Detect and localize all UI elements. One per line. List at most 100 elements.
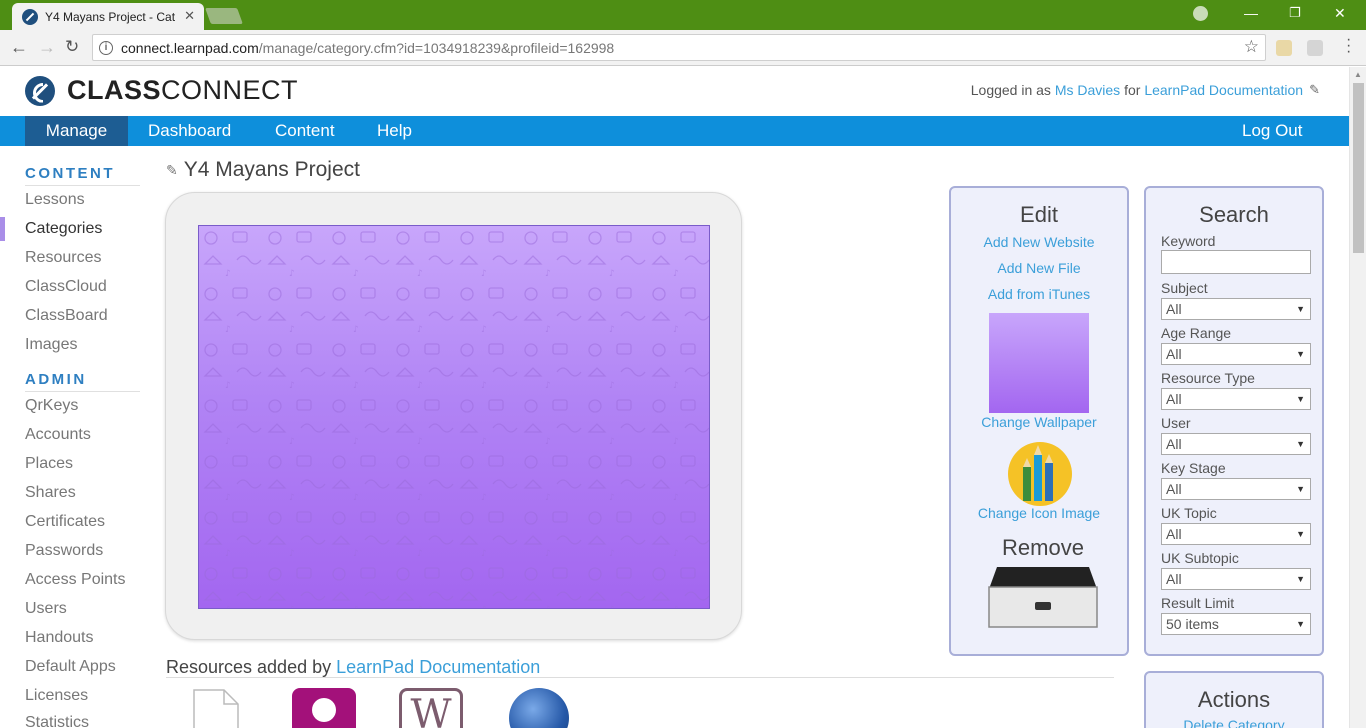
sidebar-item-shares[interactable]: Shares [25, 484, 76, 502]
subject-value: All [1166, 301, 1182, 317]
dropdown-caret-icon: ▼ [1296, 394, 1305, 404]
scroll-thumb[interactable] [1353, 83, 1364, 253]
keyword-label: Keyword [1161, 233, 1216, 249]
main-nav: Manage Dashboard Content Help Log Out [0, 116, 1349, 146]
sidebar-item-users[interactable]: Users [25, 600, 67, 618]
wallpaper-thumbnail[interactable] [989, 313, 1089, 413]
add-from-itunes-link[interactable]: Add from iTunes [951, 286, 1127, 302]
result-limit-select[interactable]: 50 items ▼ [1161, 613, 1311, 635]
new-tab-button[interactable] [205, 8, 243, 24]
minimize-icon[interactable]: — [1244, 5, 1258, 21]
scroll-up-icon[interactable]: ▲ [1354, 70, 1362, 79]
browser-titlebar: Y4 Mayans Project - Cate ✕ — ❐ ✕ [0, 0, 1366, 30]
sidebar-item-resources[interactable]: Resources [25, 249, 101, 267]
change-icon-image-link[interactable]: Change Icon Image [951, 505, 1127, 521]
key-stage-value: All [1166, 481, 1182, 497]
sidebar-item-places[interactable]: Places [25, 455, 73, 473]
user-link[interactable]: Ms Davies [1055, 82, 1120, 98]
sidebar-item-certificates[interactable]: Certificates [25, 513, 105, 531]
uk-topic-label: UK Topic [1161, 505, 1217, 521]
back-icon[interactable]: ← [10, 37, 28, 58]
tab-close-icon[interactable]: ✕ [184, 8, 195, 24]
pencils-category-icon[interactable] [1007, 441, 1073, 507]
sidebar-item-handouts[interactable]: Handouts [25, 629, 94, 647]
file-document-icon[interactable] [190, 688, 242, 728]
uk-topic-value: All [1166, 526, 1182, 542]
sidebar-item-classboard[interactable]: ClassBoard [25, 307, 108, 325]
resource-type-select[interactable]: All ▼ [1161, 388, 1311, 410]
classconnect-logo-icon [25, 75, 55, 106]
uk-topic-select[interactable]: All ▼ [1161, 523, 1311, 545]
sidebar-item-lessons[interactable]: Lessons [25, 191, 85, 209]
user-select[interactable]: All ▼ [1161, 433, 1311, 455]
add-new-website-link[interactable]: Add New Website [951, 234, 1127, 250]
restore-icon[interactable]: ❐ [1289, 5, 1301, 21]
subject-select[interactable]: All ▼ [1161, 298, 1311, 320]
extension-icon[interactable] [1276, 40, 1292, 56]
uk-subtopic-select[interactable]: All ▼ [1161, 568, 1311, 590]
sidebar-item-passwords[interactable]: Passwords [25, 542, 103, 560]
url-path: /manage/category.cfm?id=1034918239&profi… [258, 39, 615, 56]
nav-help[interactable]: Help [357, 116, 432, 146]
reload-icon[interactable]: ↻ [65, 37, 79, 57]
sidebar-item-licenses[interactable]: Licenses [25, 687, 88, 705]
pushpin-icon [312, 698, 336, 722]
nav-logout[interactable]: Log Out [1222, 116, 1323, 146]
edit-pencil-icon[interactable]: ✎ [1309, 82, 1320, 98]
nav-content[interactable]: Content [255, 116, 355, 146]
profile-icon[interactable] [1193, 6, 1208, 21]
globe-web-icon[interactable] [509, 688, 569, 728]
cast-icon[interactable] [1307, 40, 1323, 56]
pushpin-app-icon[interactable] [292, 688, 356, 728]
sidebar-item-classcloud[interactable]: ClassCloud [25, 278, 107, 296]
change-wallpaper-link[interactable]: Change Wallpaper [951, 414, 1127, 430]
page-scrollbar[interactable]: ▲ [1349, 67, 1366, 728]
delete-category-link[interactable]: Delete Category [1146, 717, 1322, 728]
sidebar-item-access-points[interactable]: Access Points [25, 571, 125, 589]
resources-divider [166, 677, 1114, 678]
add-new-file-link[interactable]: Add New File [951, 260, 1127, 276]
result-limit-value: 50 items [1166, 616, 1219, 632]
ipad-preview-frame: ♪ [165, 192, 742, 640]
sidebar-divider [25, 391, 140, 392]
resources-heading: Resources added by LearnPad Documentatio… [166, 657, 540, 678]
keyword-input[interactable] [1161, 250, 1311, 274]
sidebar-item-statistics[interactable]: Statistics [25, 714, 89, 728]
key-stage-select[interactable]: All ▼ [1161, 478, 1311, 500]
sidebar-item-accounts[interactable]: Accounts [25, 426, 91, 444]
logo-text-bold: CLASS [67, 75, 162, 105]
resources-owner-link[interactable]: LearnPad Documentation [336, 657, 540, 677]
key-stage-label: Key Stage [1161, 460, 1226, 476]
bookmark-star-icon[interactable]: ☆ [1244, 37, 1259, 57]
address-bar[interactable]: i connect.learnpad.com/manage/category.c… [92, 34, 1266, 61]
logo-text: CLASSCONNECT [67, 75, 298, 106]
organisation-link[interactable]: LearnPad Documentation [1144, 82, 1303, 98]
site-info-icon[interactable]: i [99, 40, 113, 55]
nav-dashboard[interactable]: Dashboard [128, 116, 251, 146]
browser-tab[interactable]: Y4 Mayans Project - Cate ✕ [12, 3, 204, 30]
resource-type-value: All [1166, 391, 1182, 407]
resources-heading-prefix: Resources added by [166, 657, 332, 677]
category-title: Y4 Mayans Project [183, 158, 360, 181]
search-panel-title: Search [1199, 202, 1269, 227]
sidebar-item-categories[interactable]: Categories [25, 220, 102, 238]
remove-drawer-icon[interactable] [987, 565, 1099, 629]
edit-panel-title: Edit [1020, 202, 1058, 227]
forward-icon[interactable]: → [38, 37, 56, 58]
edit-panel: Edit Add New Website Add New File Add fr… [949, 186, 1129, 656]
window-close-icon[interactable]: ✕ [1334, 5, 1346, 22]
sidebar-item-default-apps[interactable]: Default Apps [25, 658, 116, 676]
chrome-menu-icon[interactable]: · · · [1346, 32, 1351, 60]
dropdown-caret-icon: ▼ [1296, 574, 1305, 584]
wikipedia-app-icon[interactable]: W [399, 688, 463, 728]
age-range-select[interactable]: All ▼ [1161, 343, 1311, 365]
classconnect-logo[interactable]: CLASSCONNECT [25, 75, 298, 106]
sidebar-item-qrkeys[interactable]: QrKeys [25, 397, 78, 415]
dropdown-caret-icon: ▼ [1296, 484, 1305, 494]
edit-title-pencil-icon[interactable]: ✎ [166, 162, 178, 179]
dropdown-caret-icon: ▼ [1296, 349, 1305, 359]
actions-panel: Actions Delete Category [1144, 671, 1324, 728]
sidebar-item-images[interactable]: Images [25, 336, 77, 354]
nav-manage[interactable]: Manage [25, 116, 128, 146]
browser-toolbar: ← → ↻ i connect.learnpad.com/manage/cate… [0, 30, 1366, 66]
